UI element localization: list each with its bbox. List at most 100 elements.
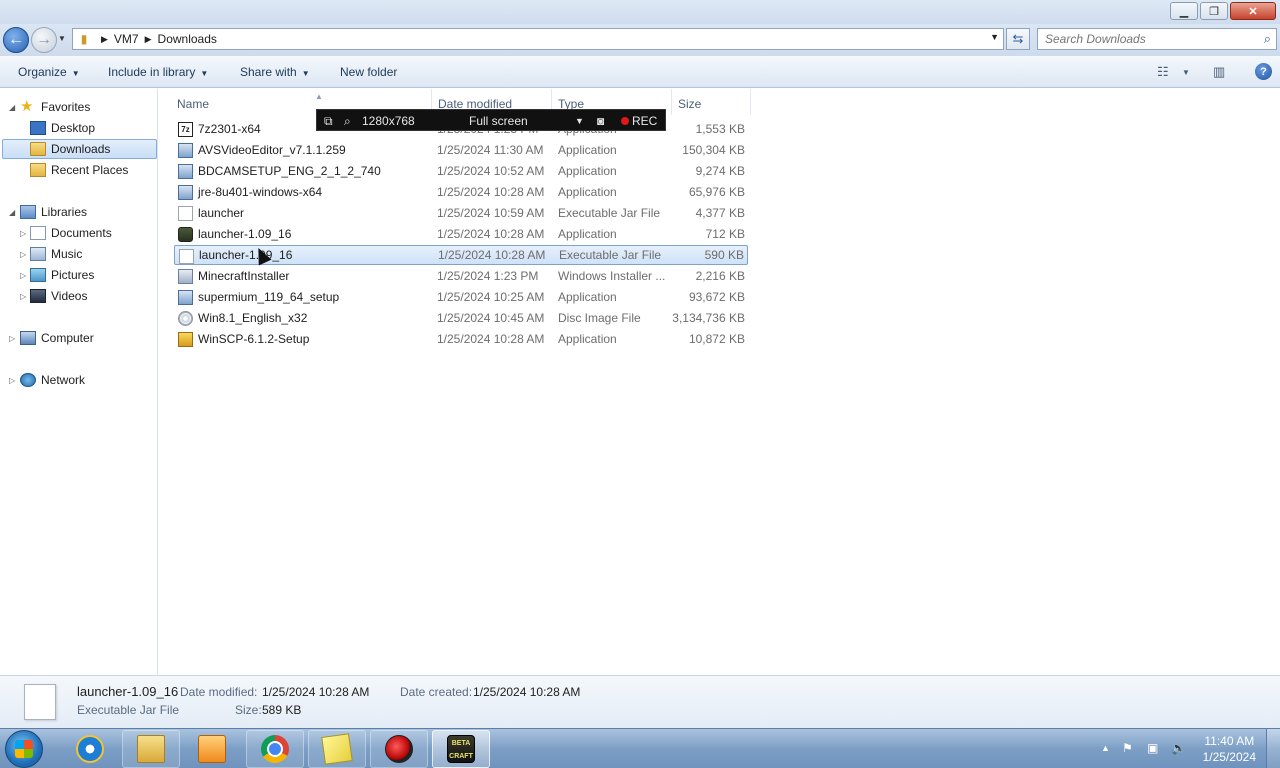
nav-videos-label: Videos (51, 289, 88, 303)
refresh-button[interactable]: ⇆ (1006, 28, 1030, 50)
taskbar-sticky-notes[interactable] (308, 730, 366, 768)
sticky-notes-icon (321, 733, 353, 765)
expand-pictures-icon[interactable]: ▷ (20, 271, 26, 280)
chevron-right-icon[interactable]: ▶ (101, 34, 108, 45)
show-desktop-button[interactable] (1266, 729, 1280, 768)
minimize-button[interactable]: ▁ (1170, 2, 1198, 20)
search-input[interactable] (1038, 29, 1248, 49)
collapse-libraries-icon[interactable]: ◢ (9, 208, 15, 217)
organize-button[interactable]: Organize ▼ (18, 65, 80, 79)
nav-desktop[interactable]: Desktop (30, 118, 95, 138)
desktop-icon (30, 121, 46, 135)
back-button[interactable]: ← (3, 27, 29, 53)
action-center-flag-icon[interactable]: ⚑ (1122, 741, 1133, 755)
camera-icon[interactable]: ◙ (597, 114, 604, 128)
pictures-icon (30, 268, 46, 282)
column-divider[interactable] (671, 89, 672, 115)
nav-recent-places-label: Recent Places (51, 163, 129, 177)
network-status-icon[interactable]: ▣ (1147, 741, 1158, 755)
recent-pages-dropdown[interactable]: ▼ (58, 34, 66, 43)
file-row[interactable]: WinSCP-6.1.2-Setup 1/25/2024 10:28 AM Ap… (174, 329, 748, 349)
nav-documents[interactable]: Documents (30, 223, 112, 243)
new-folder-button[interactable]: New folder (340, 65, 397, 79)
nav-downloads[interactable]: Downloads (2, 139, 157, 159)
details-date-modified-label: Date modified: (180, 685, 258, 699)
change-view-icon[interactable]: ☷ (1157, 64, 1169, 80)
file-size: 10,872 KB (688, 332, 745, 346)
nav-recent-places[interactable]: Recent Places (30, 160, 128, 180)
share-with-button[interactable]: Share with ▼ (240, 65, 310, 79)
expand-music-icon[interactable]: ▷ (20, 250, 26, 259)
zoom-icon[interactable]: ⌕ (344, 114, 351, 129)
file-type: Application (558, 332, 617, 346)
nav-desktop-label: Desktop (51, 121, 96, 135)
file-date: 1/25/2024 11:30 AM (437, 143, 544, 157)
file-row[interactable]: launcher 1/25/2024 10:59 AM Executable J… (174, 203, 748, 223)
expand-videos-icon[interactable]: ▷ (20, 292, 26, 301)
breadcrumb-downloads[interactable]: Downloads (158, 32, 217, 46)
taskbar-betacraft[interactable]: BETA CRAFT (432, 730, 490, 768)
view-options-dropdown[interactable]: ▼ (1182, 68, 1190, 77)
search-box[interactable]: ⌕ (1037, 28, 1277, 50)
taskbar-internet-explorer[interactable] (61, 730, 119, 768)
nav-downloads-label: Downloads (51, 142, 111, 156)
record-button[interactable]: REC (621, 114, 657, 128)
sort-ascending-icon: ▲ (315, 92, 323, 101)
file-row[interactable]: BDCAMSETUP_ENG_2_1_2_740 1/25/2024 10:52… (174, 161, 748, 181)
nav-network[interactable]: Network (20, 370, 85, 390)
include-in-library-button[interactable]: Include in library ▼ (108, 65, 208, 79)
file-row[interactable]: launcher-1.09_16 1/25/2024 10:28 AM Appl… (174, 224, 748, 244)
nav-libraries[interactable]: Libraries (20, 202, 87, 222)
chevron-down-icon[interactable]: ▼ (575, 116, 584, 126)
nav-pictures[interactable]: Pictures (30, 265, 94, 285)
show-hidden-icons-arrow[interactable]: ▲ (1101, 743, 1110, 753)
column-divider[interactable] (750, 89, 751, 115)
taskbar-media-player[interactable] (183, 730, 241, 768)
java-installer-icon (178, 185, 193, 200)
file-type: Application (558, 185, 617, 199)
file-row[interactable]: Win8.1_English_x32 1/25/2024 10:45 AM Di… (174, 308, 748, 328)
address-dropdown-icon[interactable]: ▼ (990, 32, 999, 42)
record-label: REC (632, 114, 658, 128)
recorder-mode[interactable]: Full screen (469, 114, 528, 128)
maximize-button[interactable]: ❐ (1200, 2, 1228, 20)
address-bar[interactable]: ▮ ▶ VM7 ▶ Downloads ▼ (72, 28, 1004, 50)
screen-recorder-icon (385, 735, 413, 763)
chevron-down-icon: ▼ (200, 69, 209, 78)
screen-recorder-toolbar: ⧉ ⌕ 1280x768 Full screen ▼ ◙ REC (316, 109, 666, 131)
installer-icon (178, 290, 193, 305)
nav-music[interactable]: Music (30, 244, 82, 264)
volume-muted-icon[interactable]: 🔈 (1171, 741, 1186, 755)
system-clock[interactable]: 11:40 AM 1/25/2024 (1203, 733, 1256, 765)
file-row[interactable]: MinecraftInstaller 1/25/2024 1:23 PM Win… (174, 266, 748, 286)
nav-computer[interactable]: Computer (20, 328, 94, 348)
breadcrumb-vm7[interactable]: VM7 (114, 32, 139, 46)
close-button[interactable]: ✕ (1230, 2, 1276, 20)
file-name: AVSVideoEditor_v7.1.1.259 (198, 143, 346, 157)
taskbar-screen-recorder[interactable] (370, 730, 428, 768)
nav-videos[interactable]: Videos (30, 286, 87, 306)
file-size: 590 KB (704, 248, 744, 262)
preview-pane-icon[interactable]: ▥ (1213, 64, 1225, 80)
column-header-size[interactable]: Size (678, 93, 750, 115)
start-button[interactable] (5, 730, 43, 768)
collapse-favorites-icon[interactable]: ◢ (9, 103, 15, 112)
window-mode-icon[interactable]: ⧉ (324, 114, 333, 129)
forward-button[interactable]: → (31, 27, 57, 53)
search-icon[interactable]: ⌕ (1264, 31, 1271, 47)
file-date: 1/25/2024 10:28 AM (437, 332, 545, 346)
file-row[interactable]: jre-8u401-windows-x64 1/25/2024 10:28 AM… (174, 182, 748, 202)
nav-favorites[interactable]: ★ Favorites (20, 97, 90, 117)
nav-documents-label: Documents (51, 226, 112, 240)
expand-computer-icon[interactable]: ▷ (9, 334, 15, 343)
file-name: supermium_119_64_setup (198, 290, 340, 304)
file-name: launcher (198, 206, 245, 220)
file-row[interactable]: AVSVideoEditor_v7.1.1.259 1/25/2024 11:3… (174, 140, 748, 160)
expand-documents-icon[interactable]: ▷ (20, 229, 26, 238)
expand-network-icon[interactable]: ▷ (9, 376, 15, 385)
help-icon[interactable]: ? (1255, 63, 1272, 80)
chevron-right-icon[interactable]: ▶ (145, 34, 152, 45)
file-row[interactable]: supermium_119_64_setup 1/25/2024 10:25 A… (174, 287, 748, 307)
taskbar-windows-explorer[interactable] (122, 730, 180, 768)
taskbar-chrome[interactable] (246, 730, 304, 768)
